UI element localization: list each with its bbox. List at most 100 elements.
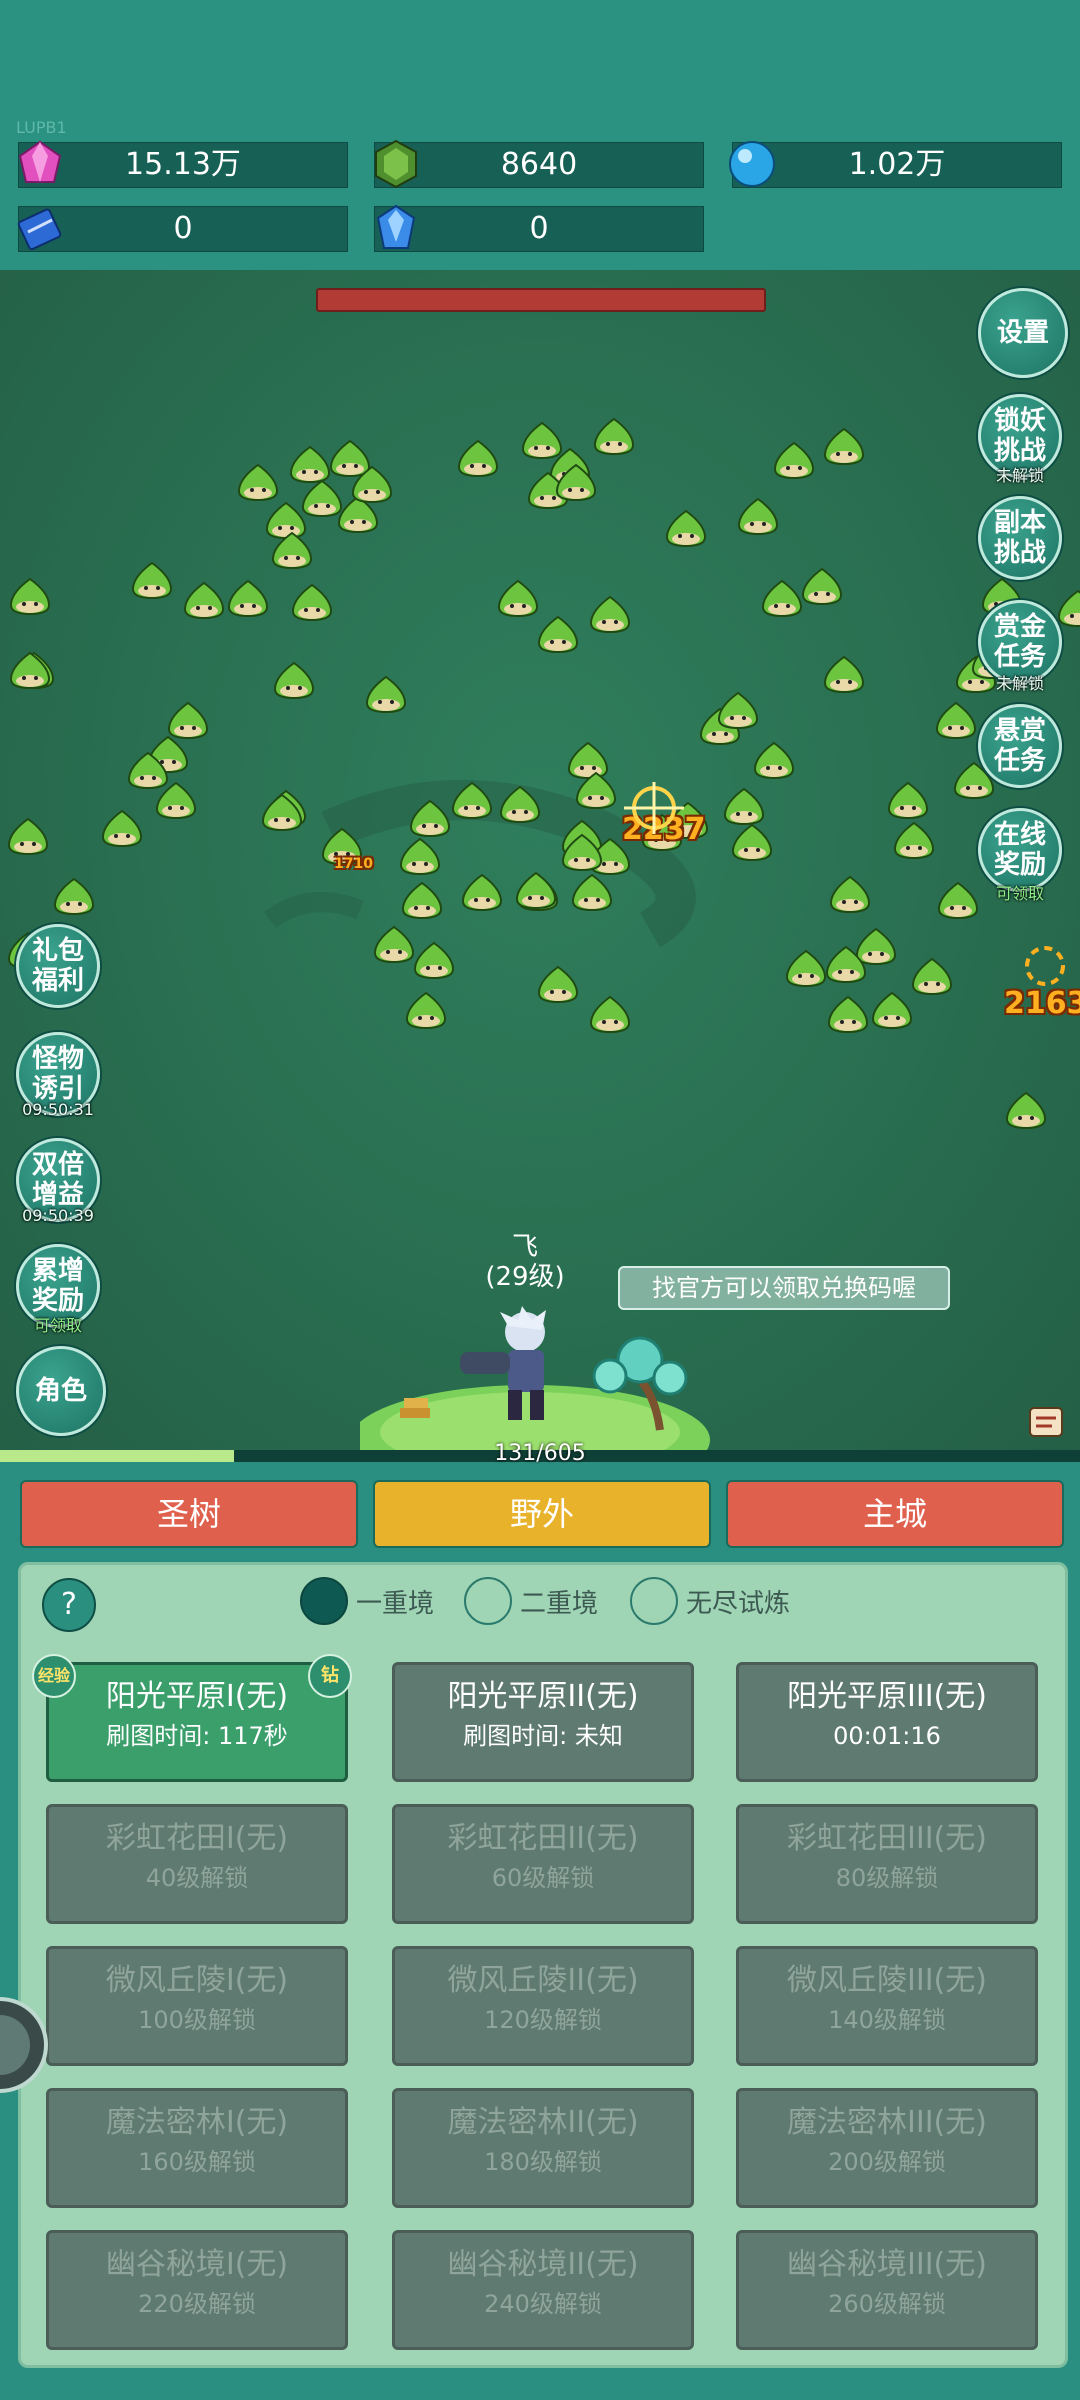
slime-monster-icon bbox=[271, 531, 313, 570]
slime-monster-icon bbox=[761, 579, 803, 618]
stage-card[interactable]: 微风丘陵III(无) 140级解锁 bbox=[736, 1946, 1038, 2066]
stage-card[interactable]: 阳光平原I(无) 刷图时间: 117秒 bbox=[46, 1662, 348, 1782]
slime-monster-icon bbox=[101, 809, 143, 848]
stage-card[interactable]: 微风丘陵II(无) 120级解锁 bbox=[392, 1946, 694, 2066]
stage-name: 彩虹花田III(无) bbox=[787, 1821, 987, 1856]
stage-subtitle: 160级解锁 bbox=[138, 2148, 256, 2176]
radio-selected-icon[interactable] bbox=[300, 1577, 348, 1625]
radio-unselected-icon[interactable] bbox=[464, 1577, 512, 1625]
dungeon-challenge-button[interactable]: 副本挑战 bbox=[978, 496, 1062, 580]
stage-subtitle: 100级解锁 bbox=[138, 2006, 256, 2034]
stage-card[interactable]: 幽谷秘境III(无) 260级解锁 bbox=[736, 2230, 1038, 2350]
stage-card[interactable]: 幽谷秘境II(无) 240级解锁 bbox=[392, 2230, 694, 2350]
slime-monster-icon bbox=[829, 875, 871, 914]
slime-monster-icon bbox=[887, 781, 929, 820]
slime-monster-icon bbox=[823, 427, 865, 466]
stage-card[interactable]: 魔法密林III(无) 200级解锁 bbox=[736, 2088, 1038, 2208]
slime-monster-icon bbox=[1057, 589, 1080, 628]
help-button[interactable]: ? bbox=[42, 1578, 96, 1632]
resource-book-counter: 0 bbox=[18, 206, 348, 252]
stage-subtitle: 80级解锁 bbox=[835, 1864, 939, 1892]
slime-monster-icon bbox=[497, 579, 539, 618]
stage-name: 阳光平原II(无) bbox=[447, 1679, 639, 1714]
diamond-badge-icon: 钻 bbox=[308, 1654, 352, 1698]
version-label: LUPB1 bbox=[16, 118, 67, 137]
slime-monster-icon bbox=[911, 957, 953, 996]
stage-card[interactable]: 幽谷秘境I(无) 220级解锁 bbox=[46, 2230, 348, 2350]
slime-monster-icon bbox=[753, 741, 795, 780]
mode-option-3[interactable]: 无尽试炼 bbox=[630, 1576, 790, 1626]
floating-avatar-icon[interactable] bbox=[0, 1990, 50, 2100]
gift-welfare-button[interactable]: 礼包福利 bbox=[16, 924, 100, 1008]
stage-card[interactable]: 微风丘陵I(无) 100级解锁 bbox=[46, 1946, 348, 2066]
green-crystal-icon bbox=[375, 139, 417, 189]
slime-monster-icon bbox=[825, 945, 867, 984]
stage-name: 幽谷秘境II(无) bbox=[447, 2247, 639, 2282]
slime-monster-icon bbox=[801, 567, 843, 606]
player-level: (29级) bbox=[485, 1262, 565, 1292]
slime-monster-icon bbox=[457, 439, 499, 478]
tab-main-city[interactable]: 主城 bbox=[726, 1480, 1064, 1548]
slime-monster-icon bbox=[273, 661, 315, 700]
stage-card[interactable]: 彩虹花田I(无) 40级解锁 bbox=[46, 1804, 348, 1924]
stage-card[interactable]: 魔法密林I(无) 160级解锁 bbox=[46, 2088, 348, 2208]
settings-button[interactable]: 设置 bbox=[978, 288, 1068, 378]
blue-orb-icon bbox=[729, 141, 775, 187]
slime-monster-icon bbox=[561, 833, 603, 872]
slime-monster-icon bbox=[155, 781, 197, 820]
tab-wilderness[interactable]: 野外 bbox=[373, 1480, 711, 1548]
character-button[interactable]: 角色 bbox=[16, 1346, 106, 1436]
slime-monster-icon bbox=[183, 581, 225, 620]
slime-monster-icon bbox=[373, 925, 415, 964]
boss-hp-bar bbox=[316, 288, 766, 312]
stage-name: 微风丘陵II(无) bbox=[447, 1963, 639, 1998]
slime-monster-icon bbox=[717, 691, 759, 730]
slime-monster-icon bbox=[7, 817, 49, 856]
slime-monster-icon bbox=[537, 615, 579, 654]
stage-name: 彩虹花田I(无) bbox=[105, 1821, 289, 1856]
stage-subtitle: 刷图时间: 未知 bbox=[463, 1722, 623, 1750]
slime-monster-icon bbox=[785, 949, 827, 988]
slime-monster-icon bbox=[593, 417, 635, 456]
stage-name: 彩虹花田II(无) bbox=[447, 1821, 639, 1856]
slime-monster-icon bbox=[131, 561, 173, 600]
resource-orb-counter: 1.02万 bbox=[732, 142, 1062, 188]
stage-card[interactable]: 阳光平原III(无) 00:01:16 bbox=[736, 1662, 1038, 1782]
slime-monster-icon bbox=[9, 577, 51, 616]
tab-holy-tree[interactable]: 圣树 bbox=[20, 1480, 358, 1548]
monster-lure-timer: 09:50:31 bbox=[22, 1100, 94, 1119]
stage-subtitle: 200级解锁 bbox=[828, 2148, 946, 2176]
slime-monster-icon bbox=[9, 651, 51, 690]
mode-option-2[interactable]: 二重境 bbox=[464, 1576, 598, 1626]
resource-gem-counter: 15.13万 bbox=[18, 142, 348, 188]
stage-subtitle: 40级解锁 bbox=[145, 1864, 249, 1892]
stage-name: 阳光平原I(无) bbox=[105, 1679, 289, 1714]
radio-unselected-icon[interactable] bbox=[630, 1577, 678, 1625]
stage-card[interactable]: 魔法密林II(无) 180级解锁 bbox=[392, 2088, 694, 2208]
slime-monster-icon bbox=[773, 441, 815, 480]
exp-text: 131/605 bbox=[494, 1441, 586, 1466]
stage-subtitle: 140级解锁 bbox=[828, 2006, 946, 2034]
slime-monster-icon bbox=[167, 701, 209, 740]
slime-monster-icon bbox=[409, 799, 451, 838]
stage-card[interactable]: 彩虹花田III(无) 80级解锁 bbox=[736, 1804, 1038, 1924]
stage-name: 幽谷秘境I(无) bbox=[105, 2247, 289, 2282]
mode-option-1[interactable]: 一重境 bbox=[300, 1576, 434, 1626]
stage-card[interactable]: 阳光平原II(无) 刷图时间: 未知 bbox=[392, 1662, 694, 1782]
slime-monster-icon bbox=[827, 995, 869, 1034]
slime-monster-icon bbox=[893, 821, 935, 860]
reward-task-button[interactable]: 悬赏任务 bbox=[978, 704, 1062, 788]
stage-card[interactable]: 彩虹花田II(无) 60级解锁 bbox=[392, 1804, 694, 1924]
exp-badge-icon: 经验 bbox=[32, 1654, 76, 1698]
player-hill bbox=[360, 1306, 710, 1450]
chat-icon[interactable] bbox=[1028, 1404, 1064, 1440]
hit-spark-icon bbox=[624, 782, 684, 834]
stage-subtitle: 220级解锁 bbox=[138, 2290, 256, 2318]
slime-monster-icon bbox=[351, 465, 393, 504]
stage-subtitle: 120级解锁 bbox=[484, 2006, 602, 2034]
slime-monster-icon bbox=[723, 787, 765, 826]
stage-subtitle: 260级解锁 bbox=[828, 2290, 946, 2318]
stage-name: 幽谷秘境III(无) bbox=[787, 2247, 987, 2282]
slime-monster-icon bbox=[291, 583, 333, 622]
blue-book-icon bbox=[17, 208, 62, 251]
